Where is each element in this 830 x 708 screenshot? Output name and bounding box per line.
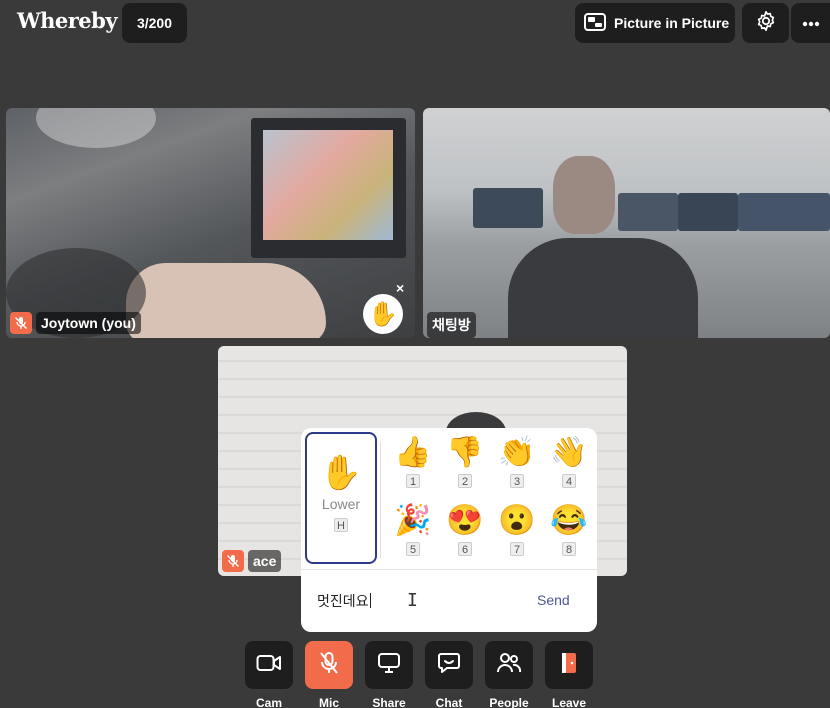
name-tag-self: Joytown (you)	[10, 312, 141, 334]
emoji-icon: 😂	[550, 504, 588, 537]
reaction-emoji-button[interactable]: 👏 3	[491, 434, 543, 498]
wall-monitor	[738, 193, 830, 231]
person-head	[553, 156, 615, 234]
whereby-logo: Whereby	[17, 8, 118, 33]
text-cursor-icon: I	[407, 590, 418, 611]
shortcut-key: 6	[458, 542, 472, 556]
reaction-emoji-button[interactable]: 👍 1	[387, 434, 439, 498]
mic-off-icon	[318, 651, 340, 680]
shortcut-key: 8	[562, 542, 576, 556]
emoji-icon: 👏	[498, 436, 536, 469]
leave-label: Leave	[551, 696, 587, 708]
reaction-emoji-button[interactable]: 😍 6	[439, 502, 491, 566]
share-label: Share	[372, 696, 406, 708]
emoji-icon: 👎	[446, 436, 484, 469]
people-label: People	[489, 696, 529, 708]
reaction-input-value: 멋진데요	[317, 593, 369, 609]
reaction-text-input[interactable]: 멋진데요	[317, 591, 371, 611]
camera-icon	[256, 654, 282, 677]
video-tile-self[interactable]	[6, 108, 415, 338]
reaction-emoji-button[interactable]: 👋 4	[543, 434, 595, 498]
participant-name: 채팅방	[427, 312, 476, 338]
people-icon	[496, 652, 522, 679]
mic-off-icon	[222, 550, 244, 572]
person-body	[508, 238, 698, 338]
wall-monitor	[473, 188, 543, 228]
name-tag-ace: ace	[222, 550, 282, 572]
wall-monitor	[678, 193, 738, 231]
shortcut-key: 7	[510, 542, 524, 556]
cam-button[interactable]	[245, 641, 293, 689]
ceiling-light	[36, 108, 156, 148]
emoji-icon: 👋	[550, 436, 588, 469]
reaction-emoji-button[interactable]: 🎉 5	[387, 502, 439, 566]
shortcut-key: 1	[406, 474, 420, 488]
wall-monitor	[618, 193, 678, 231]
people-button[interactable]	[485, 641, 533, 689]
lower-hand-label: Lower	[321, 496, 361, 512]
video-tile-participant[interactable]	[423, 108, 830, 338]
gear-icon	[755, 10, 777, 37]
participant-name: Joytown (you)	[36, 312, 141, 334]
shortcut-key: 3	[510, 474, 524, 488]
monitor-screen	[263, 130, 393, 240]
mic-button[interactable]	[305, 641, 353, 689]
leave-door-icon	[558, 651, 580, 680]
emoji-icon: 😍	[446, 504, 484, 537]
picture-in-picture-button[interactable]: Picture in Picture	[575, 3, 735, 43]
emoji-icon: 😮	[498, 504, 536, 537]
divider	[301, 569, 597, 570]
divider	[380, 442, 381, 558]
cam-label: Cam	[255, 696, 282, 708]
reaction-emoji-button[interactable]: 👎 2	[439, 434, 491, 498]
emoji-grid: 👍 1 👎 2 👏 3 👋 4 🎉 5 😍 6 😮 7 😂 8	[387, 434, 595, 566]
close-icon[interactable]: ×	[396, 280, 404, 296]
text-caret	[369, 593, 371, 608]
more-options-button[interactable]	[791, 3, 830, 43]
send-button[interactable]: Send	[537, 592, 570, 608]
name-tag-participant: 채팅방	[427, 312, 476, 338]
participant-name: ace	[248, 550, 282, 572]
mic-label: Mic	[318, 696, 339, 708]
picture-in-picture-icon	[584, 12, 606, 34]
chat-label: Chat	[435, 696, 463, 708]
monitor	[251, 118, 406, 258]
raised-hand-icon: ✋	[363, 294, 403, 334]
reactions-popup: ✋ Lower H 👍 1 👎 2 👏 3 👋 4 🎉 5 😍 6 😮 7 😂 8 멋진데요 I Send	[301, 428, 597, 632]
chat-button[interactable]	[425, 641, 473, 689]
settings-button[interactable]	[742, 3, 789, 43]
reaction-emoji-button[interactable]: 😂 8	[543, 502, 595, 566]
mic-off-icon	[10, 312, 32, 334]
emoji-icon: 🎉	[394, 504, 432, 537]
share-button[interactable]	[365, 641, 413, 689]
emoji-icon: 👍	[394, 436, 432, 469]
raised-hand-icon: ✋	[319, 454, 363, 492]
shortcut-key: H	[334, 518, 348, 532]
chat-icon	[437, 651, 461, 680]
shortcut-key: 4	[562, 474, 576, 488]
shortcut-key: 2	[458, 474, 472, 488]
leave-button[interactable]	[545, 641, 593, 689]
participant-count: 3/200	[122, 3, 187, 43]
reaction-emoji-button[interactable]: 😮 7	[491, 502, 543, 566]
lower-hand-button[interactable]: ✋ Lower H	[305, 432, 377, 564]
shortcut-key: 5	[406, 542, 420, 556]
picture-in-picture-label: Picture in Picture	[614, 15, 730, 31]
hands	[126, 263, 326, 338]
ellipsis-icon	[802, 14, 820, 32]
screen-share-icon	[377, 652, 401, 679]
